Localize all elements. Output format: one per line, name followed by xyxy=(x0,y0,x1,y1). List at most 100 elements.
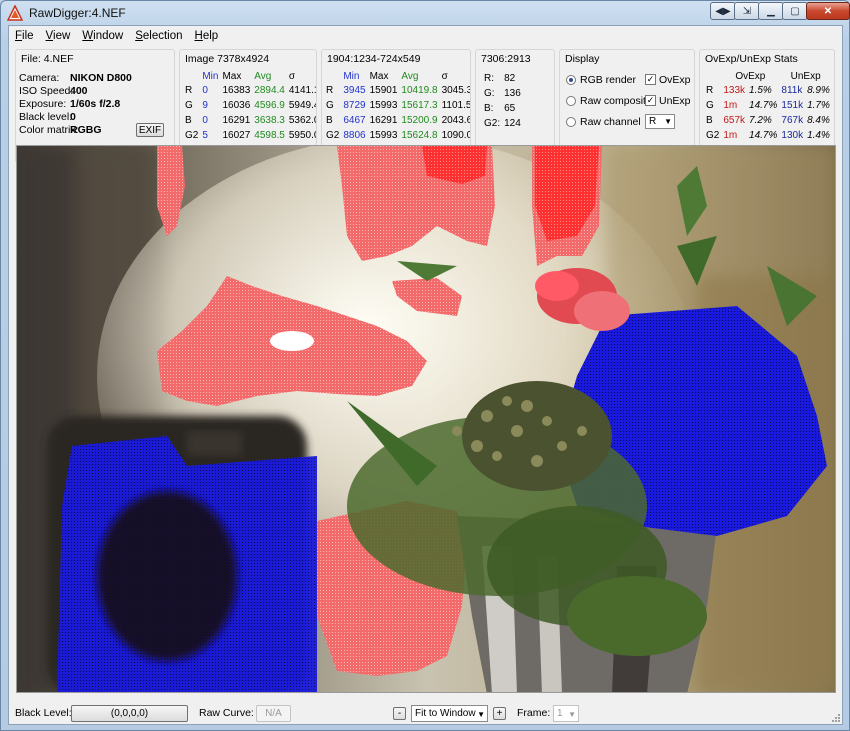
table-row: B 6467 16291 15200.9 2043.6 xyxy=(324,113,471,128)
status-black-level-label: Black Level: xyxy=(15,707,72,719)
column-header: Min xyxy=(202,70,219,82)
menu-label: ile xyxy=(22,29,34,42)
iso-label: ISO Speed: xyxy=(19,85,74,97)
ovexp-count: 1m xyxy=(723,100,738,111)
raw-channel-radio[interactable] xyxy=(566,117,576,127)
frame-value: 1 xyxy=(557,708,563,719)
selection-stats-table: Min Max Avg σ R 3945 15901 10419.8 3045.3 G 8729 15… xyxy=(324,69,471,143)
min-value: 0 xyxy=(202,115,208,126)
unexp-percent: 8.9% xyxy=(807,85,830,96)
max-value: 16383 xyxy=(222,85,251,96)
ovexp-count: 1m xyxy=(723,130,738,141)
raw-composite-label[interactable]: Raw composite xyxy=(580,95,652,107)
sigma-value: 2043.6 xyxy=(441,115,471,126)
sigma-value: 5950.0 xyxy=(288,130,317,141)
pixel-panel-title: 7306:2913 xyxy=(481,53,531,65)
zoom-in-button[interactable]: + xyxy=(493,707,506,720)
menu-label: indow xyxy=(93,29,124,42)
app-window: RawDigger:4.NEF ◀▶ ⇲ ▁ ▢ ✕ File View Windo… xyxy=(0,0,850,731)
header-spacer xyxy=(324,69,341,83)
channel-label: R xyxy=(326,85,334,96)
table-row: R 133k 1.5% 811k 8.9% xyxy=(704,83,832,98)
channel-label: B xyxy=(185,115,192,126)
menu-window[interactable]: Window xyxy=(76,30,129,42)
exif-button[interactable]: EXIF xyxy=(136,123,164,137)
table-row: R 3945 15901 10419.8 3045.3 xyxy=(324,83,471,98)
menu-file[interactable]: File xyxy=(9,30,40,42)
snap-icon[interactable]: ⇲ xyxy=(734,2,760,20)
ovexp-label[interactable]: OvExp xyxy=(659,74,691,86)
ovexp-unexp-table: OvExp UnExp R 133k 1.5% 811k 8.9% G 1m 14.7% 151k 1… xyxy=(704,69,832,143)
raw-channel-value: R xyxy=(649,116,657,127)
channel-label: G2 xyxy=(706,130,720,141)
raw-curve-button[interactable]: N/A xyxy=(256,705,291,722)
chevron-down-icon: ▼ xyxy=(664,117,672,126)
unexp-checkbox[interactable]: ✓ xyxy=(645,95,656,106)
raw-image-preview xyxy=(17,146,835,692)
rawdigger-app-icon xyxy=(7,5,23,21)
table-row: G2 1m 14.7% 130k 1.4% xyxy=(704,128,832,143)
table-row: G: 136 xyxy=(482,86,523,101)
channel-label: B xyxy=(706,115,713,126)
status-bar: Black Level: (0,0,0,0) Raw Curve: N/A - … xyxy=(9,704,842,724)
channel-label: B: xyxy=(484,103,494,114)
nav-arrows-icon[interactable]: ◀▶ xyxy=(710,2,736,20)
image-viewport[interactable] xyxy=(16,145,836,693)
menu-accel-key: S xyxy=(135,29,143,42)
black-level-button[interactable]: (0,0,0,0) xyxy=(71,705,188,722)
zoom-value: Fit to Window xyxy=(415,708,476,719)
table-row: G 8729 15993 15617.3 1101.5 xyxy=(324,98,471,113)
ovexp-count: 657k xyxy=(723,115,746,126)
channel-label: R xyxy=(185,85,193,96)
min-value: 9 xyxy=(202,100,208,111)
header-spacer xyxy=(183,69,200,83)
minimize-button[interactable]: ▁ xyxy=(758,2,784,20)
unexp-percent: 1.4% xyxy=(807,130,830,141)
column-header: Min xyxy=(343,70,360,82)
pixel-value: 65 xyxy=(504,103,516,114)
black-level-label: Black level: xyxy=(19,111,73,123)
menu-selection[interactable]: Selection xyxy=(129,30,188,42)
rgb-render-label[interactable]: RGB render xyxy=(580,74,636,86)
rgb-render-radio[interactable] xyxy=(566,75,576,85)
avg-value: 4596.9 xyxy=(254,100,285,111)
avg-value: 3638.3 xyxy=(254,115,285,126)
camera-subject xyxy=(47,416,317,692)
menu-view[interactable]: View xyxy=(40,30,77,42)
pixel-value: 136 xyxy=(504,88,521,99)
menu-help[interactable]: Help xyxy=(189,30,225,42)
unexp-percent: 1.7% xyxy=(807,100,830,111)
column-header: Avg xyxy=(401,70,419,82)
max-value: 16027 xyxy=(222,130,251,141)
column-header: Max xyxy=(369,70,389,82)
camera-label: Camera: xyxy=(19,72,60,84)
display-panel-title: Display xyxy=(565,53,600,65)
min-value: 8729 xyxy=(343,100,366,111)
window-title: RawDigger:4.NEF xyxy=(29,6,126,20)
raw-composite-radio[interactable] xyxy=(566,96,576,106)
raw-channel-label[interactable]: Raw channel xyxy=(580,116,641,128)
zoom-out-button[interactable]: - xyxy=(393,707,406,720)
maximize-button[interactable]: ▢ xyxy=(782,2,808,20)
column-header: Max xyxy=(222,70,242,82)
sigma-value: 1101.5 xyxy=(441,100,471,111)
unexp-count: 811k xyxy=(781,85,803,96)
zoom-select[interactable]: Fit to Window ▼ xyxy=(411,705,488,722)
ovexp-percent: 14.7% xyxy=(749,100,778,111)
resize-grip-icon[interactable] xyxy=(830,712,840,722)
close-button[interactable]: ✕ xyxy=(806,2,850,20)
sigma-value: 5949.4 xyxy=(288,100,317,111)
sigma-value: 3045.3 xyxy=(441,85,471,96)
unexp-label[interactable]: UnExp xyxy=(659,95,691,107)
column-header: UnExp xyxy=(790,70,821,82)
color-matrix-value: RGBG xyxy=(70,124,102,136)
ovexp-checkbox[interactable]: ✓ xyxy=(645,74,656,85)
table-header-row: Min Max Avg σ xyxy=(183,69,316,83)
channel-label: G xyxy=(185,100,193,111)
max-value: 15993 xyxy=(369,100,398,111)
max-value: 16291 xyxy=(369,115,398,126)
table-row: G 9 16036 4596.9 5949.4 xyxy=(183,98,317,113)
title-bar[interactable]: RawDigger:4.NEF ◀▶ ⇲ ▁ ▢ ✕ xyxy=(1,1,850,25)
raw-channel-select[interactable]: R ▼ xyxy=(645,114,675,129)
frame-select[interactable]: 1 ▼ xyxy=(553,705,579,722)
